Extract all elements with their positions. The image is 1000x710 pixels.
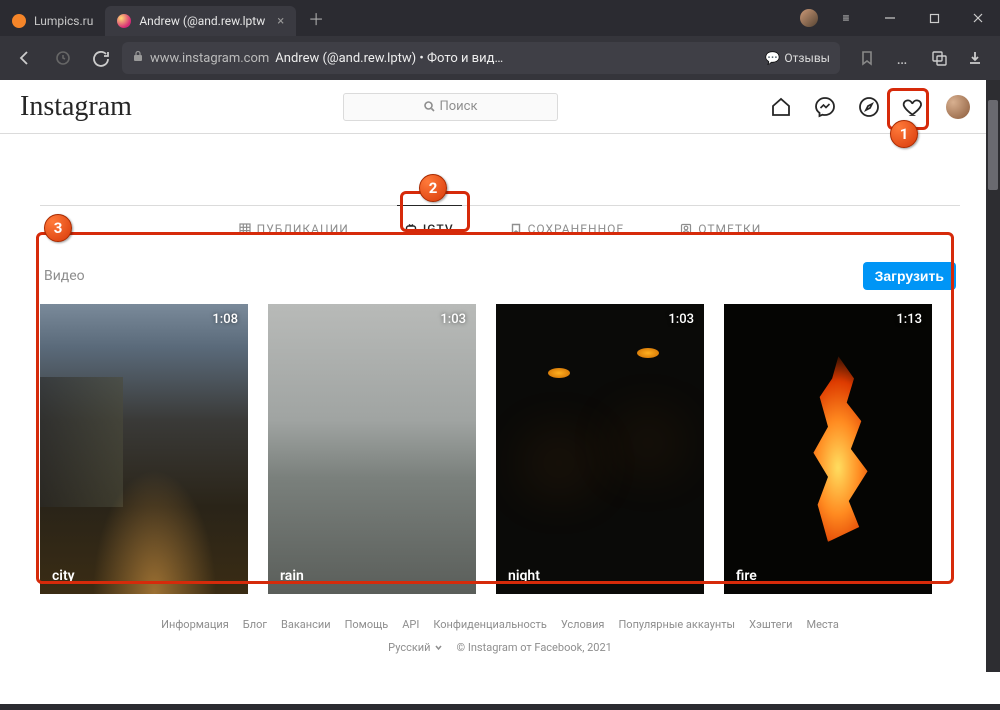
browser-address-bar: www.instagram.com Andrew (@and.rew.lptw)… xyxy=(0,36,1000,80)
bookmark-icon xyxy=(510,223,522,235)
footer-links: Информация Блог Вакансии Помощь API Конф… xyxy=(40,618,960,631)
url-box[interactable]: www.instagram.com Andrew (@and.rew.lptw)… xyxy=(122,42,840,74)
video-title: rain xyxy=(280,568,304,584)
search-icon xyxy=(424,101,435,112)
video-title: city xyxy=(52,568,75,584)
home-icon[interactable] xyxy=(770,96,792,118)
explore-icon[interactable] xyxy=(858,96,880,118)
tab-igtv[interactable]: IGTV xyxy=(397,205,462,252)
footer-link[interactable]: Хэштеги xyxy=(749,618,792,631)
page-viewport: Instagram Поиск ПУБЛИКАЦИИ IGTV xyxy=(0,80,1000,710)
instagram-header: Instagram Поиск xyxy=(0,80,1000,134)
bottom-strip xyxy=(0,704,1000,710)
more-icon[interactable]: … xyxy=(886,41,920,75)
reviews-label: Отзывы xyxy=(784,51,830,65)
footer-language-label: Русский xyxy=(388,641,430,654)
favicon-lumpics xyxy=(12,14,26,28)
profile-tabs: ПУБЛИКАЦИИ IGTV СОХРАНЕННОЕ ОТМЕТКИ xyxy=(40,205,960,252)
video-duration: 1:13 xyxy=(896,312,922,327)
video-duration: 1:03 xyxy=(440,312,466,327)
url-title: Andrew (@and.rew.lptw) • Фото и вид… xyxy=(275,51,503,66)
tab-title: Lumpics.ru xyxy=(34,14,93,28)
window-controls: ≡ xyxy=(794,0,1000,36)
video-duration: 1:08 xyxy=(212,312,238,327)
new-tab-button[interactable]: ＋ xyxy=(302,4,330,32)
nav-forward-button[interactable] xyxy=(46,41,80,75)
tab-label: ПУБЛИКАЦИИ xyxy=(257,222,349,236)
footer-link[interactable]: Блог xyxy=(243,618,267,631)
window-maximize-icon[interactable] xyxy=(912,0,956,36)
url-host: www.instagram.com xyxy=(150,51,269,66)
browser-tab-instagram[interactable]: Andrew (@and.rew.lptw × xyxy=(105,6,296,36)
footer-link[interactable]: Условия xyxy=(561,618,605,631)
video-duration: 1:03 xyxy=(668,312,694,327)
bookmark-icon[interactable] xyxy=(850,41,884,75)
window-close-icon[interactable] xyxy=(956,0,1000,36)
videos-header: Видео Загрузить xyxy=(40,262,960,290)
browser-tab-lumpics[interactable]: Lumpics.ru xyxy=(0,6,105,36)
favicon-instagram xyxy=(117,14,131,28)
video-title: fire xyxy=(736,568,757,584)
footer-link[interactable]: Конфиденциальность xyxy=(433,618,547,631)
instagram-nav xyxy=(770,95,970,119)
tab-label: IGTV xyxy=(423,222,454,236)
search-input[interactable]: Поиск xyxy=(343,93,558,121)
grid-icon xyxy=(239,223,251,235)
tab-posts[interactable]: ПУБЛИКАЦИИ xyxy=(231,205,357,252)
tab-saved[interactable]: СОХРАНЕННОЕ xyxy=(502,205,633,252)
nav-back-button[interactable] xyxy=(8,41,42,75)
footer-copyright: © Instagram от Facebook, 2021 xyxy=(457,641,612,654)
extensions-icon[interactable] xyxy=(922,41,956,75)
footer-link[interactable]: Информация xyxy=(161,618,229,631)
browser-profile-avatar[interactable] xyxy=(794,0,824,36)
footer-link[interactable]: Популярные аккаунты xyxy=(618,618,735,631)
videos-label: Видео xyxy=(44,268,85,284)
activity-heart-icon[interactable] xyxy=(902,96,924,118)
tagged-icon xyxy=(680,223,692,235)
footer-link[interactable]: Вакансии xyxy=(281,618,331,631)
igtv-icon xyxy=(405,223,417,235)
chevron-down-icon xyxy=(434,643,443,652)
lock-icon xyxy=(132,50,144,66)
upload-button[interactable]: Загрузить xyxy=(863,262,956,290)
footer-language-select[interactable]: Русский xyxy=(388,641,442,654)
tab-label: ОТМЕТКИ xyxy=(698,222,761,236)
reviews-button[interactable]: 💬 Отзывы xyxy=(765,51,830,65)
downloads-icon[interactable] xyxy=(958,41,992,75)
video-card[interactable]: 1:08 city xyxy=(40,304,248,594)
tab-title: Andrew (@and.rew.lptw xyxy=(139,14,265,28)
video-card[interactable]: 1:03 night xyxy=(496,304,704,594)
page-footer: Информация Блог Вакансии Помощь API Конф… xyxy=(40,618,960,654)
video-card[interactable]: 1:13 fire xyxy=(724,304,932,594)
browser-titlebar: Lumpics.ru Andrew (@and.rew.lptw × ＋ ≡ xyxy=(0,0,1000,36)
footer-link[interactable]: API xyxy=(402,618,419,631)
window-minimize-icon[interactable] xyxy=(868,0,912,36)
video-card[interactable]: 1:03 rain xyxy=(268,304,476,594)
profile-content: ПУБЛИКАЦИИ IGTV СОХРАНЕННОЕ ОТМЕТКИ Виде… xyxy=(0,134,1000,654)
instagram-logo[interactable]: Instagram xyxy=(20,91,132,123)
footer-link[interactable]: Помощь xyxy=(345,618,389,631)
browser-menu-icon[interactable]: ≡ xyxy=(824,0,868,36)
profile-avatar[interactable] xyxy=(946,95,970,119)
video-title: night xyxy=(508,568,540,584)
footer-link[interactable]: Места xyxy=(806,618,838,631)
messenger-icon[interactable] xyxy=(814,96,836,118)
tab-tagged[interactable]: ОТМЕТКИ xyxy=(672,205,769,252)
tab-close-icon[interactable]: × xyxy=(277,14,284,29)
nav-reload-button[interactable] xyxy=(84,41,118,75)
search-placeholder: Поиск xyxy=(439,99,477,114)
tab-label: СОХРАНЕННОЕ xyxy=(528,222,625,236)
browser-tabs: Lumpics.ru Andrew (@and.rew.lptw × ＋ xyxy=(0,0,794,36)
videos-grid: 1:08 city 1:03 rain 1:03 night 1:13 fire xyxy=(40,304,960,594)
